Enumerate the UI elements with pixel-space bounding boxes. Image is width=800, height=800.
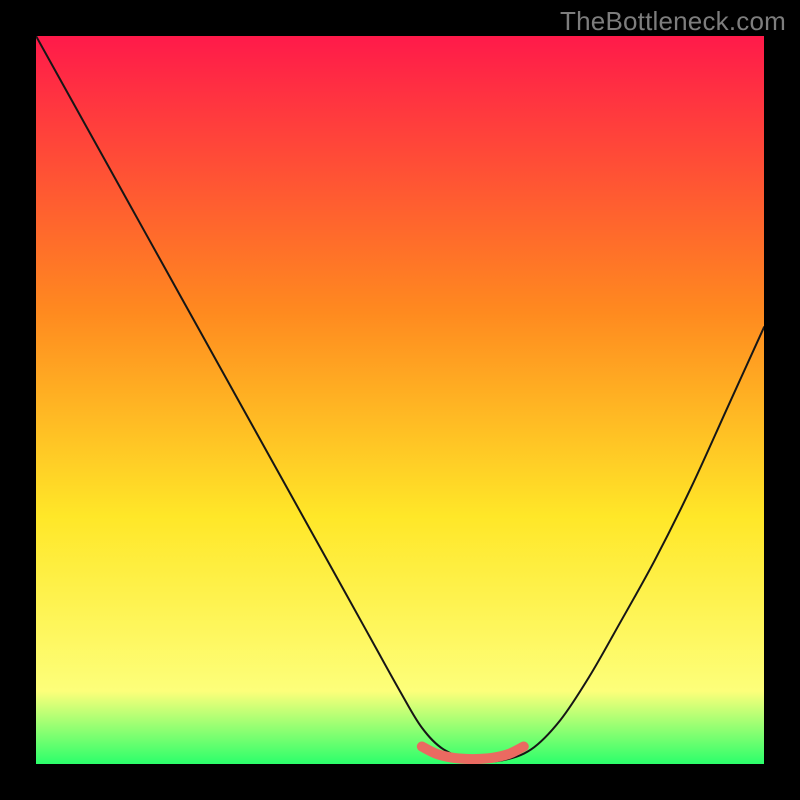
bottleneck-curve: [36, 36, 764, 762]
chart-lines: [36, 36, 764, 764]
plot-area: [36, 36, 764, 764]
optimal-marker: [422, 747, 524, 760]
attribution-label: TheBottleneck.com: [560, 6, 786, 37]
chart-stage: TheBottleneck.com: [0, 0, 800, 800]
